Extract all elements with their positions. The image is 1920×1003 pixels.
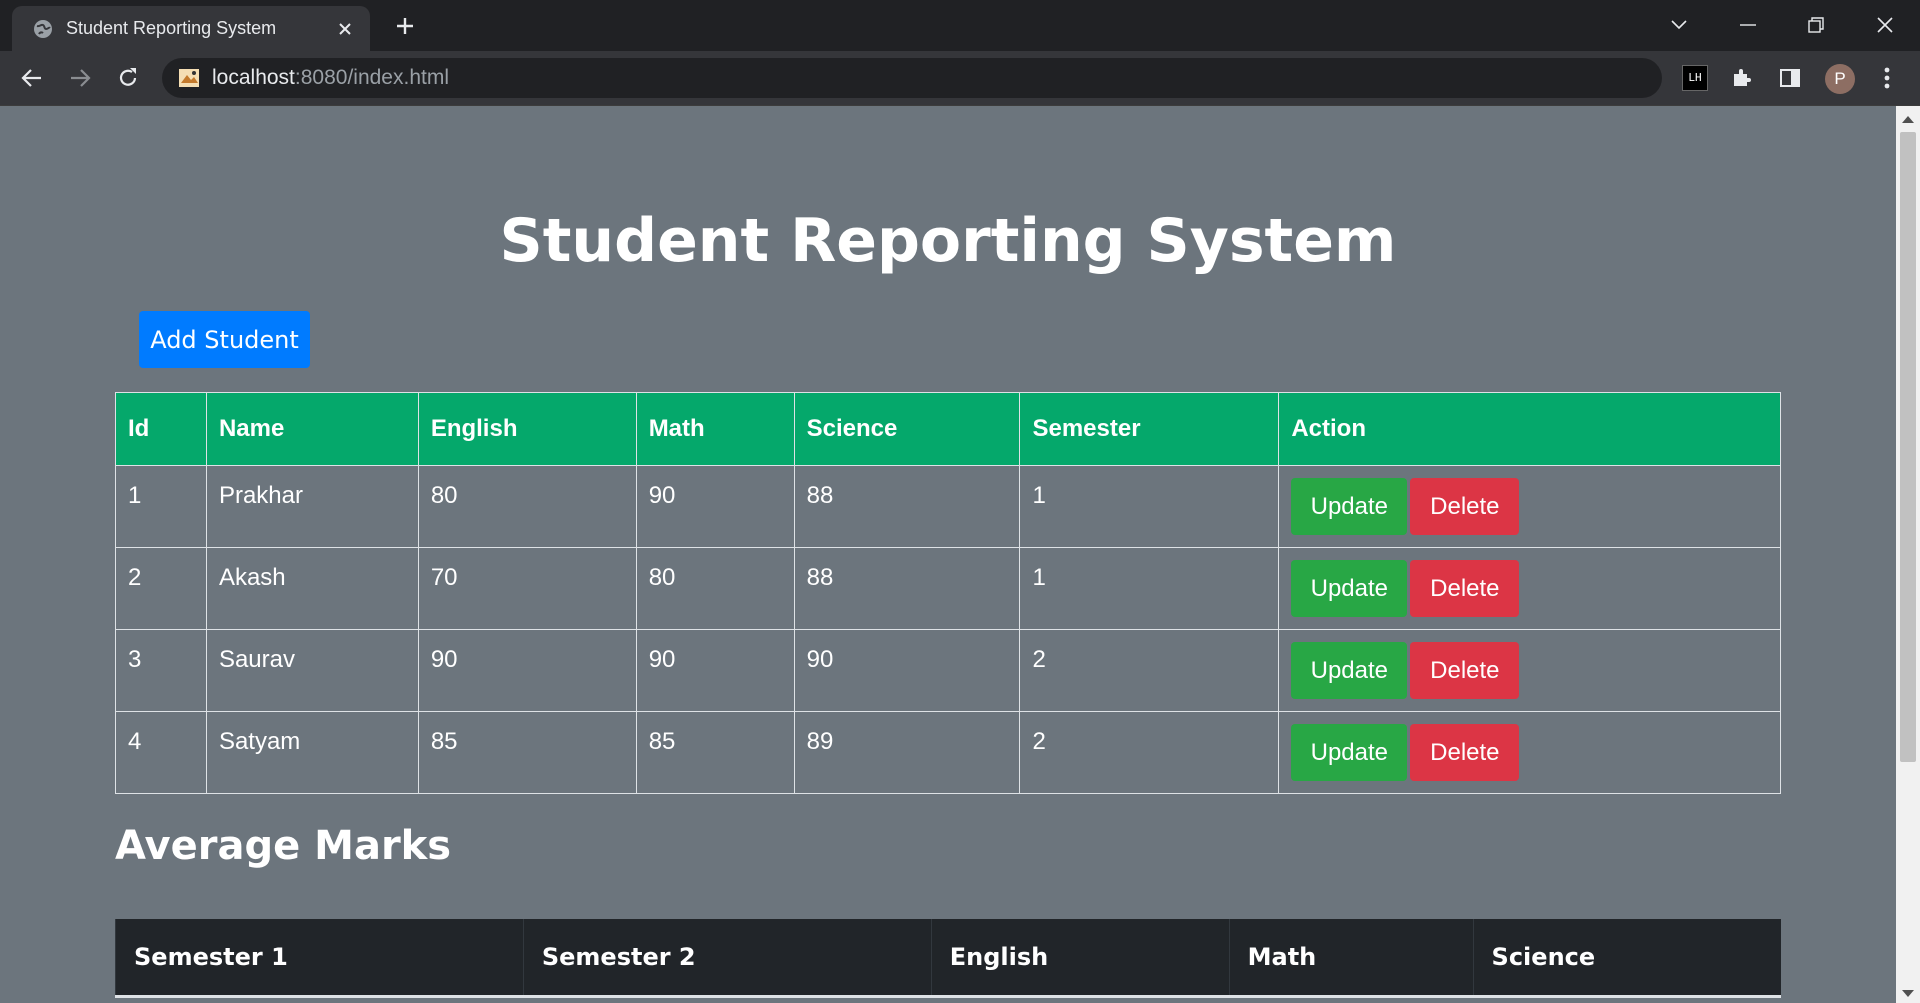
- more-menu-icon[interactable]: [1873, 64, 1901, 92]
- cell-name: Prakhar: [205, 465, 419, 548]
- globe-icon: [32, 18, 54, 40]
- column-header-semester: Semester: [1019, 392, 1280, 466]
- url-text: localhost:8080/index.html: [212, 66, 449, 90]
- column-header-science: Science: [1472, 919, 1781, 998]
- update-button[interactable]: Update: [1291, 478, 1408, 535]
- restore-icon[interactable]: [1801, 10, 1831, 40]
- cell-name: Saurav: [205, 629, 419, 712]
- average-table-header: Semester 1 Semester 2 English Math Scien…: [115, 919, 1781, 998]
- table-row: 3 Saurav 90 90 90 2 Update Delete: [115, 629, 1781, 712]
- cell-semester: 2: [1019, 711, 1280, 794]
- update-button[interactable]: Update: [1291, 560, 1408, 617]
- column-header-math: Math: [1228, 919, 1474, 998]
- column-header-semester-1: Semester 1: [115, 919, 524, 998]
- column-header-english: English: [930, 919, 1230, 998]
- column-header-action: Action: [1278, 392, 1781, 466]
- students-table: Id Name English Math Science Semester Ac…: [115, 392, 1781, 794]
- cell-science: 88: [793, 465, 1021, 548]
- add-student-button[interactable]: Add Student: [139, 311, 310, 368]
- cell-science: 89: [793, 711, 1021, 794]
- page-content: Student Reporting System Add Student Id …: [0, 106, 1896, 1003]
- cell-semester: 1: [1019, 547, 1280, 630]
- tab-search-icon[interactable]: [1664, 10, 1694, 40]
- cell-name: Satyam: [205, 711, 419, 794]
- cell-id: 2: [115, 547, 207, 630]
- cell-action: Update Delete: [1278, 547, 1781, 630]
- cell-id: 4: [115, 711, 207, 794]
- scrollbar-thumb[interactable]: [1900, 132, 1916, 762]
- lighthouse-extension-icon[interactable]: LH: [1681, 64, 1709, 92]
- cell-english: 80: [417, 465, 637, 548]
- tab-title: Student Reporting System: [66, 18, 277, 38]
- column-header-english: English: [417, 392, 637, 466]
- cell-semester: 1: [1019, 465, 1280, 548]
- delete-button[interactable]: Delete: [1410, 724, 1520, 781]
- table-row: 1 Prakhar 80 90 88 1 Update Delete: [115, 465, 1781, 548]
- scroll-up-icon[interactable]: [1902, 116, 1914, 123]
- column-header-science: Science: [793, 392, 1021, 466]
- page-title: Student Reporting System: [499, 206, 1397, 276]
- cell-action: Update Delete: [1278, 629, 1781, 712]
- average-marks-heading: Average Marks: [115, 823, 452, 869]
- profile-avatar[interactable]: P: [1825, 64, 1855, 94]
- cell-english: 85: [417, 711, 637, 794]
- column-header-id: Id: [115, 392, 207, 466]
- browser-tab-bar: Student Reporting System: [0, 0, 1920, 51]
- update-button[interactable]: Update: [1291, 724, 1408, 781]
- url-host: localhost: [212, 66, 295, 89]
- back-icon[interactable]: [18, 64, 46, 92]
- table-row: 4 Satyam 85 85 89 2 Update Delete: [115, 711, 1781, 794]
- average-marks-table: Semester 1 Semester 2 English Math Scien…: [115, 919, 1781, 998]
- cell-math: 85: [635, 711, 795, 794]
- cell-math: 90: [635, 629, 795, 712]
- cell-semester: 2: [1019, 629, 1280, 712]
- column-header-math: Math: [635, 392, 795, 466]
- column-header-name: Name: [205, 392, 419, 466]
- url-path: :8080/index.html: [294, 66, 449, 89]
- cell-science: 90: [793, 629, 1021, 712]
- address-bar[interactable]: localhost:8080/index.html: [162, 58, 1662, 98]
- extension-badge: LH: [1682, 65, 1708, 91]
- delete-button[interactable]: Delete: [1410, 478, 1520, 535]
- cell-id: 3: [115, 629, 207, 712]
- browser-toolbar: localhost:8080/index.html LH P: [0, 51, 1920, 106]
- update-button[interactable]: Update: [1291, 642, 1408, 699]
- forward-icon[interactable]: [66, 64, 94, 92]
- cell-english: 70: [417, 547, 637, 630]
- side-panel-icon[interactable]: [1776, 64, 1804, 92]
- cell-name: Akash: [205, 547, 419, 630]
- cell-math: 80: [635, 547, 795, 630]
- new-tab-icon[interactable]: [392, 13, 418, 39]
- extensions-puzzle-icon[interactable]: [1728, 64, 1756, 92]
- cell-action: Update Delete: [1278, 465, 1781, 548]
- cell-science: 88: [793, 547, 1021, 630]
- close-window-icon[interactable]: [1870, 10, 1900, 40]
- delete-button[interactable]: Delete: [1410, 642, 1520, 699]
- scroll-down-icon[interactable]: [1902, 990, 1914, 997]
- delete-button[interactable]: Delete: [1410, 560, 1520, 617]
- table-row: 2 Akash 70 80 88 1 Update Delete: [115, 547, 1781, 630]
- cell-math: 90: [635, 465, 795, 548]
- cell-english: 90: [417, 629, 637, 712]
- site-favicon-icon: [179, 69, 199, 87]
- page-scrollbar[interactable]: [1896, 106, 1920, 1003]
- cell-action: Update Delete: [1278, 711, 1781, 794]
- reload-icon[interactable]: [114, 64, 142, 92]
- minimize-icon[interactable]: [1733, 10, 1763, 40]
- close-tab-icon[interactable]: [334, 18, 356, 40]
- column-header-semester-2: Semester 2: [522, 919, 932, 998]
- cell-id: 1: [115, 465, 207, 548]
- browser-tab[interactable]: Student Reporting System: [12, 6, 370, 51]
- students-table-header: Id Name English Math Science Semester Ac…: [115, 392, 1781, 466]
